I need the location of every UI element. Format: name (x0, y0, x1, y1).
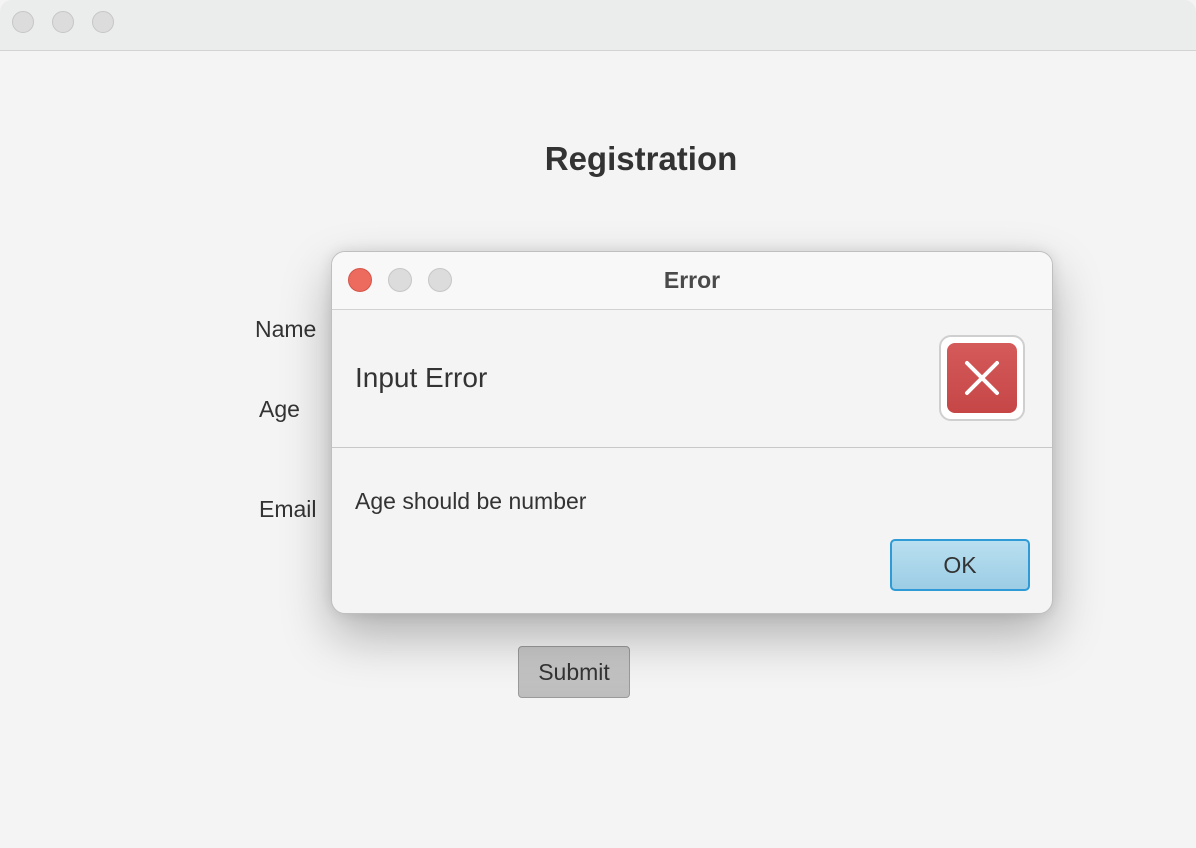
window-titlebar (0, 0, 1196, 51)
ok-button[interactable]: OK (890, 539, 1030, 591)
dialog-message: Age should be number (355, 488, 587, 514)
dialog-title: Error (663, 267, 721, 293)
dialog-header-text: Input Error (355, 362, 488, 393)
dialog-header: Input Error (332, 310, 1052, 448)
window-close-button[interactable] (12, 11, 34, 33)
email-label: Email (259, 496, 317, 522)
window-minimize-button[interactable] (52, 11, 74, 33)
submit-button[interactable]: Submit (518, 646, 630, 698)
error-dialog: Error Input Error Age should be number O… (331, 251, 1053, 614)
age-label: Age (259, 396, 300, 422)
dialog-titlebar: Error (332, 252, 1052, 310)
window-zoom-button[interactable] (92, 11, 114, 33)
name-label: Name (255, 316, 317, 342)
page-title: Registration (544, 140, 738, 177)
error-icon-frame (939, 335, 1025, 421)
error-x-icon (947, 343, 1017, 413)
